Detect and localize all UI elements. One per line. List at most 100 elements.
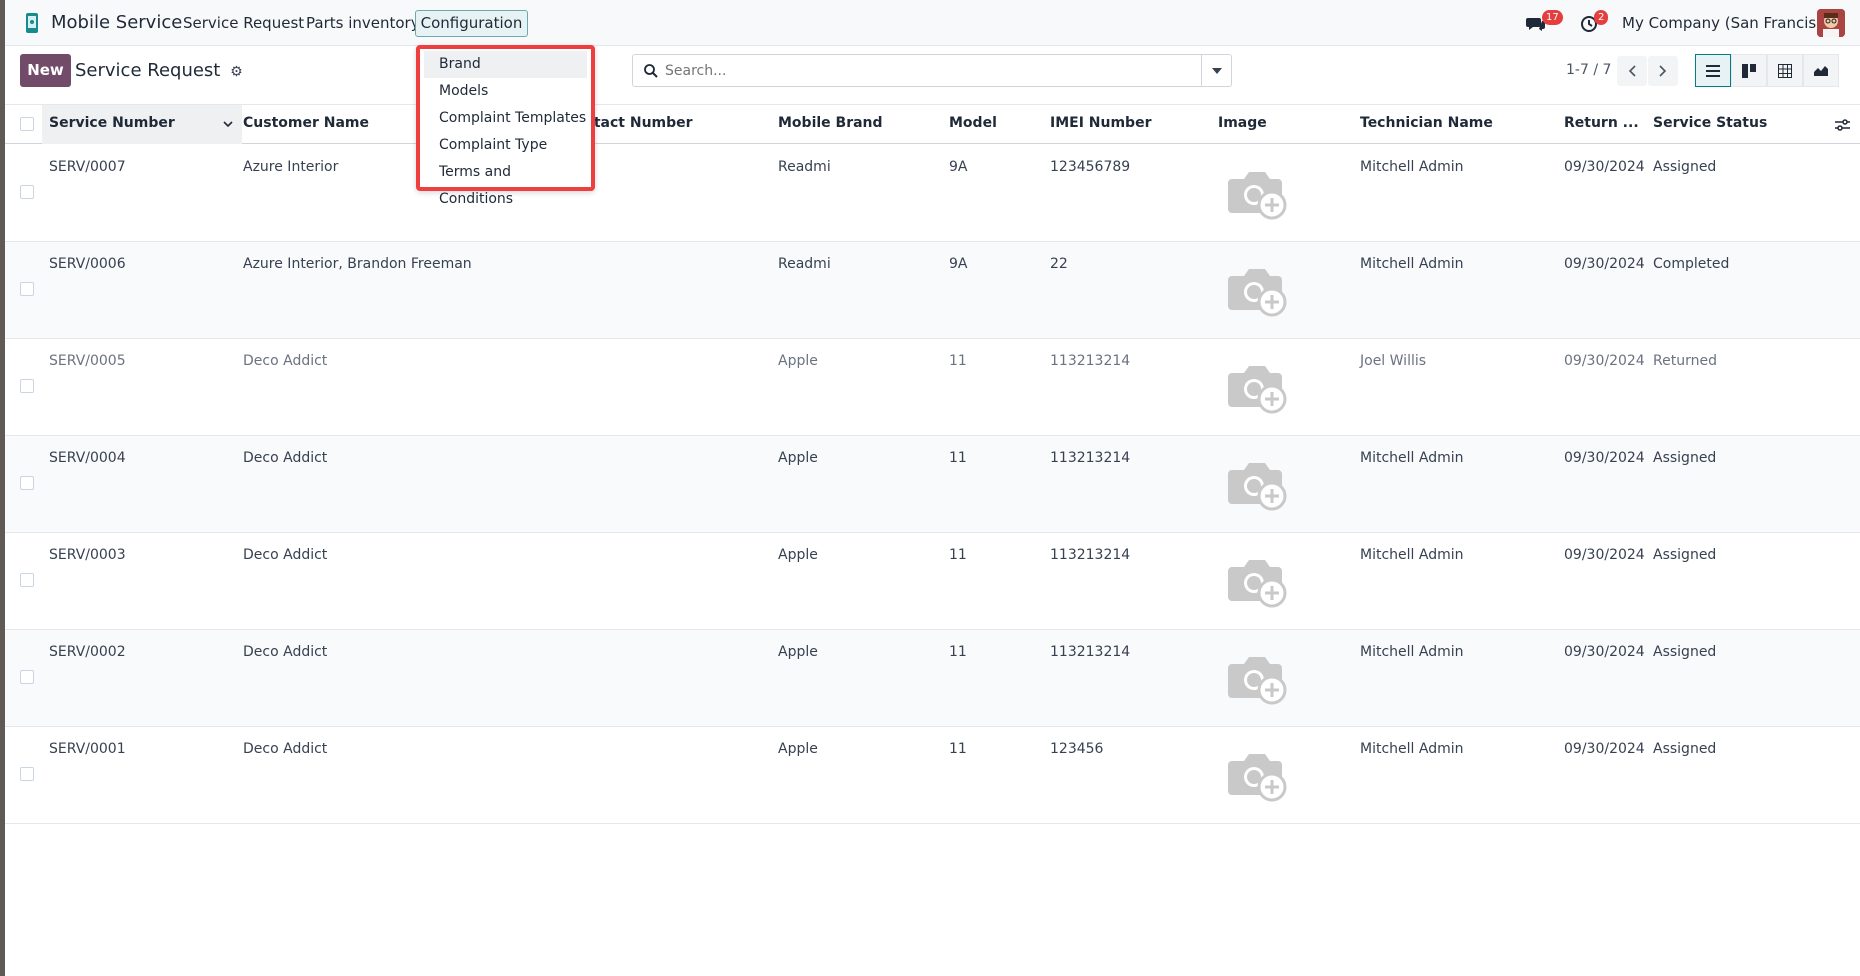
cell-return-date: 09/30/2024 (1564, 256, 1645, 272)
search-input[interactable] (665, 59, 1185, 83)
pivot-view-icon (1778, 63, 1792, 78)
row-checkbox[interactable] (20, 767, 34, 781)
cell-imei-number: 22 (1050, 256, 1068, 272)
cell-mobile-brand: Apple (778, 547, 818, 563)
kanban-view-icon (1742, 63, 1756, 78)
caret-down-icon (1211, 67, 1222, 74)
row-checkbox[interactable] (20, 476, 34, 490)
cell-customer-name: Azure Interior, Brandon Freeman (243, 256, 472, 272)
camera-add-icon[interactable] (1226, 165, 1288, 221)
row-checkbox[interactable] (20, 573, 34, 587)
cell-model: 9A (949, 159, 968, 175)
column-service-status[interactable]: Service Status (1653, 115, 1767, 131)
dropdown-item-models[interactable]: Models (424, 78, 587, 105)
camera-add-icon[interactable] (1226, 456, 1288, 512)
column-customer-name[interactable]: Customer Name (243, 115, 369, 131)
dropdown-item-brand[interactable]: Brand (424, 51, 587, 78)
chevron-left-icon (1628, 65, 1636, 77)
table-row[interactable]: SERV/0004 Deco Addict Apple 11 113213214 Mitc… (5, 436, 1860, 533)
pager-value[interactable]: 1-7 / 7 (1566, 62, 1611, 78)
dropdown-item-complaint-templates[interactable]: Complaint Templates (424, 105, 587, 132)
pager-next-button[interactable] (1648, 56, 1678, 86)
sort-chevron-down-icon[interactable] (223, 121, 233, 128)
menu-service-request[interactable]: Service Request (183, 14, 304, 32)
cell-imei-number: 113213214 (1050, 353, 1131, 369)
cell-mobile-brand: Apple (778, 741, 818, 757)
row-checkbox[interactable] (20, 670, 34, 684)
cell-mobile-brand: Readmi (778, 256, 831, 272)
camera-add-icon[interactable] (1226, 359, 1288, 415)
pager-previous-button[interactable] (1617, 56, 1647, 86)
cell-service-status: Assigned (1653, 450, 1717, 466)
cell-model: 9A (949, 256, 968, 272)
cell-service-number: SERV/0006 (49, 256, 126, 272)
table-row[interactable]: SERV/0006 Azure Interior, Brandon Freeman… (5, 242, 1860, 339)
cell-model: 11 (949, 644, 967, 660)
table-row[interactable]: SERV/0001 Deco Addict Apple 11 123456 Mitchel… (5, 727, 1860, 824)
cell-imei-number: 113213214 (1050, 644, 1131, 660)
breadcrumb-label: Service Request (75, 60, 221, 81)
camera-add-icon[interactable] (1226, 553, 1288, 609)
column-image[interactable]: Image (1218, 115, 1267, 131)
menu-parts-inventory[interactable]: Parts inventory (306, 14, 420, 32)
gear-icon[interactable]: ⚙ (230, 64, 243, 80)
table-row[interactable]: SERV/0005 Deco Addict Apple 11 113213214 Joel… (5, 339, 1860, 436)
cell-technician-name: Mitchell Admin (1360, 159, 1464, 175)
cell-return-date: 09/30/2024 (1564, 450, 1645, 466)
dropdown-item-complaint-type[interactable]: Complaint Type (424, 132, 587, 159)
cell-return-date: 09/30/2024 (1564, 547, 1645, 563)
company-switcher[interactable]: My Company (San Francisco) (1622, 14, 1839, 32)
cell-customer-name: Deco Addict (243, 644, 328, 660)
app-logo-icon[interactable] (25, 13, 39, 33)
cell-imei-number: 113213214 (1050, 547, 1131, 563)
table-row[interactable]: SERV/0007 Azure Interior Readmi 9A 123456789… (5, 145, 1860, 242)
cell-model: 11 (949, 450, 967, 466)
dropdown-item-terms-and-conditions[interactable]: Terms and Conditions (424, 159, 587, 207)
column-model[interactable]: Model (949, 115, 997, 131)
cell-customer-name: Deco Addict (243, 741, 328, 757)
column-technician-name[interactable]: Technician Name (1360, 115, 1493, 131)
camera-add-icon[interactable] (1226, 650, 1288, 706)
column-return-date[interactable]: Return ... (1564, 115, 1639, 131)
cell-technician-name: Mitchell Admin (1360, 741, 1464, 757)
column-mobile-brand[interactable]: Mobile Brand (778, 115, 883, 131)
cell-service-status: Assigned (1653, 741, 1717, 757)
menu-configuration[interactable]: Configuration (415, 10, 528, 37)
new-button[interactable]: New (20, 54, 71, 87)
table-header: Service Number Customer Name Contact Num… (5, 104, 1860, 144)
cell-service-number: SERV/0003 (49, 547, 126, 563)
search-options-toggle[interactable] (1201, 55, 1231, 86)
cell-model: 11 (949, 547, 967, 563)
row-checkbox[interactable] (20, 282, 34, 296)
pivot-view-button[interactable] (1767, 54, 1803, 87)
column-service-number[interactable]: Service Number (49, 115, 175, 131)
messages-badge: 17 (1542, 10, 1563, 25)
page-title: Service Request ⚙ (75, 60, 243, 81)
row-checkbox[interactable] (20, 379, 34, 393)
cell-return-date: 09/30/2024 (1564, 741, 1645, 757)
user-avatar[interactable] (1817, 9, 1845, 37)
column-settings-icon[interactable] (1835, 118, 1850, 132)
table-row[interactable]: SERV/0002 Deco Addict Apple 11 113213214 Mitc… (5, 630, 1860, 727)
table-row[interactable]: SERV/0003 Deco Addict Apple 11 113213214 Mitc… (5, 533, 1860, 630)
kanban-view-button[interactable] (1731, 54, 1767, 87)
cell-customer-name: Deco Addict (243, 450, 328, 466)
list-view-icon (1706, 64, 1720, 77)
row-checkbox[interactable] (20, 185, 34, 199)
cell-customer-name: Azure Interior (243, 159, 339, 175)
cell-customer-name: Deco Addict (243, 353, 328, 369)
list-view-button[interactable] (1695, 54, 1731, 87)
cell-mobile-brand: Apple (778, 450, 818, 466)
graph-view-button[interactable] (1803, 54, 1839, 87)
cell-service-number: SERV/0005 (49, 353, 126, 369)
cell-service-number: SERV/0001 (49, 741, 126, 757)
configuration-dropdown-menu: Brand Models Complaint Templates Complai… (416, 45, 595, 207)
camera-add-icon[interactable] (1226, 262, 1288, 318)
cell-service-number: SERV/0002 (49, 644, 126, 660)
camera-add-icon[interactable] (1226, 747, 1288, 803)
column-imei-number[interactable]: IMEI Number (1050, 115, 1151, 131)
app-title[interactable]: Mobile Service (51, 12, 182, 33)
select-all-checkbox[interactable] (20, 117, 34, 131)
cell-service-status: Assigned (1653, 159, 1717, 175)
graph-view-icon (1814, 66, 1828, 76)
